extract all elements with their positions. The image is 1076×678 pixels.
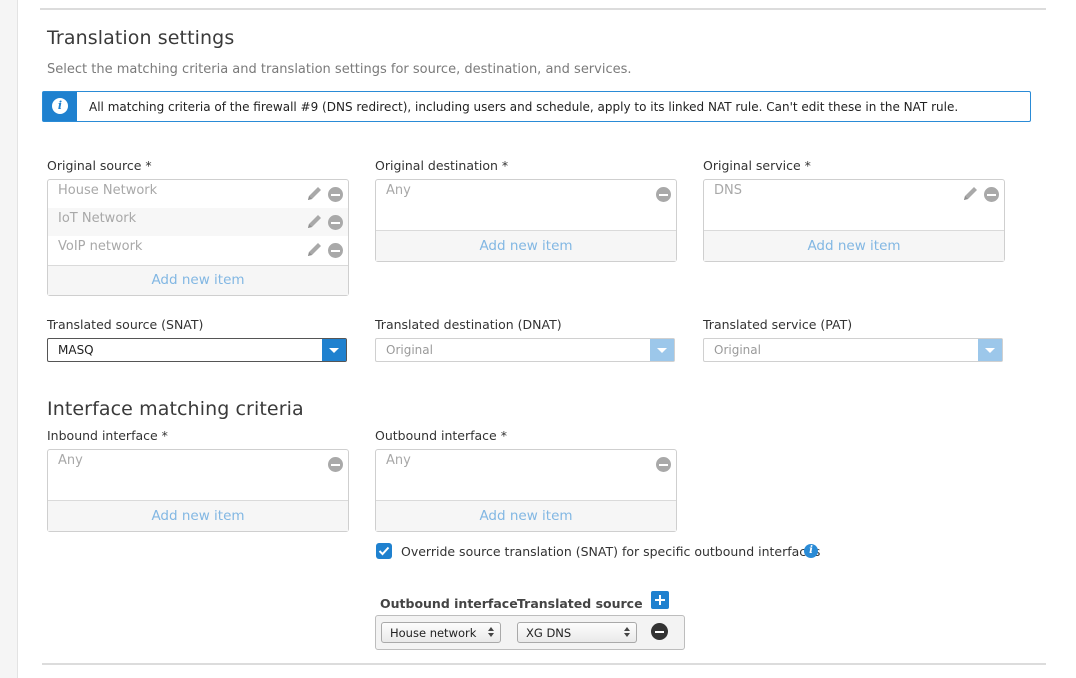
inbound-interface-label: Inbound interface *	[47, 428, 168, 443]
pencil-icon[interactable]	[306, 214, 324, 230]
translated-destination-select[interactable]: Original	[375, 338, 675, 362]
updown-arrow-icon	[624, 627, 630, 638]
checkmark-icon	[378, 546, 390, 556]
add-new-item-button[interactable]: Add new item	[376, 230, 676, 261]
pencil-icon[interactable]	[306, 186, 324, 202]
list-item-label: IoT Network	[58, 211, 137, 226]
translated-source-label: Translated source (SNAT)	[47, 317, 204, 332]
list-item: Any	[48, 450, 348, 478]
add-new-item-button[interactable]: Add new item	[48, 265, 348, 295]
translated-service-value: Original	[714, 343, 761, 357]
add-new-item-button[interactable]: Add new item	[48, 500, 348, 531]
left-sidebar-strip	[0, 0, 18, 678]
override-snat-label: Override source translation (SNAT) for s…	[401, 544, 821, 559]
updown-arrow-icon	[488, 627, 494, 638]
col-header-outbound-interface: Outbound interface	[380, 596, 518, 611]
list-item-label: Any	[386, 183, 411, 198]
info-icon[interactable]: i	[804, 544, 818, 558]
remove-row-icon[interactable]	[651, 623, 668, 640]
info-banner-message: All matching criteria of the firewall #9…	[89, 100, 959, 114]
translated-destination-value: Original	[386, 343, 433, 357]
remove-icon[interactable]	[328, 215, 343, 230]
original-destination-list: Any Add new item	[375, 179, 677, 262]
pencil-icon[interactable]	[306, 242, 324, 258]
translated-service-label: Translated service (PAT)	[703, 317, 853, 332]
dropdown-arrow-icon[interactable]	[322, 339, 346, 361]
remove-icon[interactable]	[656, 457, 671, 472]
outbound-interface-label: Outbound interface *	[375, 428, 507, 443]
original-service-label: Original service *	[703, 158, 811, 173]
list-item: House Network	[48, 180, 348, 208]
list-item-label: DNS	[714, 183, 742, 198]
translated-source-row-value: XG DNS	[526, 626, 572, 640]
outbound-interface-list: Any Add new item	[375, 449, 677, 532]
list-item: DNS	[704, 180, 1004, 208]
col-header-translated-source: Translated source	[517, 596, 643, 611]
outbound-interface-value: House network	[390, 626, 477, 640]
remove-icon[interactable]	[328, 243, 343, 258]
remove-icon[interactable]	[656, 187, 671, 202]
list-item-label: House Network	[58, 183, 158, 198]
list-item-label: Any	[58, 453, 83, 468]
remove-icon[interactable]	[328, 457, 343, 472]
add-row-button[interactable]	[651, 591, 669, 609]
add-new-item-button[interactable]: Add new item	[376, 500, 676, 531]
list-item-label: VoIP network	[58, 239, 143, 254]
remove-icon[interactable]	[328, 187, 343, 202]
original-source-label: Original source *	[47, 158, 152, 173]
translation-settings-title: Translation settings	[47, 27, 235, 49]
translated-service-select[interactable]: Original	[703, 338, 1003, 362]
translated-source-value: MASQ	[58, 343, 94, 357]
remove-icon[interactable]	[984, 187, 999, 202]
original-service-list: DNS Add new item	[703, 179, 1005, 262]
dropdown-arrow-icon[interactable]	[650, 339, 674, 361]
list-item: VoIP network	[48, 236, 348, 264]
override-snat-checkbox[interactable]	[376, 543, 392, 559]
original-destination-label: Original destination *	[375, 158, 509, 173]
translated-source-select[interactable]: MASQ	[47, 338, 347, 362]
info-icon: i	[43, 92, 77, 121]
list-item: IoT Network	[48, 208, 348, 236]
list-item: Any	[376, 180, 676, 208]
list-item: Any	[376, 450, 676, 478]
interface-matching-title: Interface matching criteria	[47, 398, 304, 420]
pencil-icon[interactable]	[962, 186, 980, 202]
list-item-label: Any	[386, 453, 411, 468]
translated-destination-label: Translated destination (DNAT)	[375, 317, 562, 332]
table-row: House network XG DNS	[375, 615, 685, 650]
bottom-divider	[42, 663, 1046, 665]
dropdown-arrow-icon[interactable]	[978, 339, 1002, 361]
translated-source-row-select[interactable]: XG DNS	[517, 622, 637, 643]
info-banner: i All matching criteria of the firewall …	[42, 91, 1031, 122]
top-divider	[40, 8, 1046, 10]
original-source-list: House Network IoT Network VoIP network A…	[47, 179, 349, 296]
outbound-interface-select[interactable]: House network	[381, 622, 501, 643]
inbound-interface-list: Any Add new item	[47, 449, 349, 532]
translation-settings-description: Select the matching criteria and transla…	[47, 62, 632, 77]
add-new-item-button[interactable]: Add new item	[704, 230, 1004, 261]
